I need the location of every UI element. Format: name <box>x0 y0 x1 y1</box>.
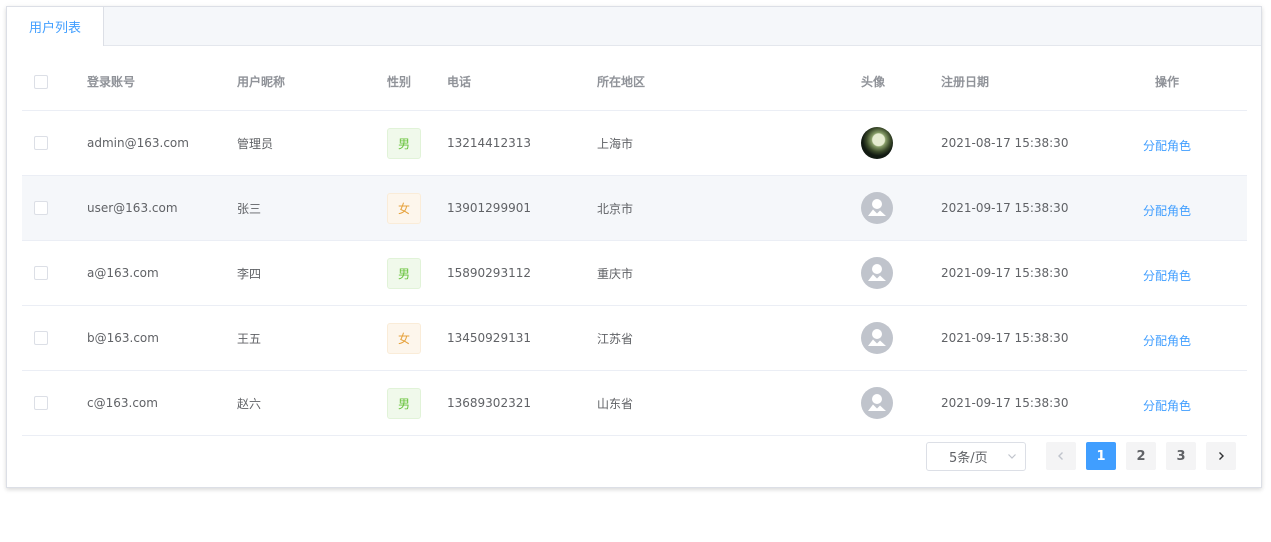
cell-reg-date: 2021-08-17 15:38:30 <box>941 136 1069 150</box>
cell-phone: 13901299901 <box>447 201 531 215</box>
table-row: c@163.com 赵六 男 13689302321 山东省 2021-09-1… <box>22 371 1247 436</box>
row-checkbox[interactable] <box>34 136 48 150</box>
page-button-2[interactable]: 2 <box>1126 442 1156 470</box>
cell-phone: 13689302321 <box>447 396 531 410</box>
chevron-left-icon <box>1058 452 1063 460</box>
gender-tag: 女 <box>387 192 421 224</box>
row-checkbox[interactable] <box>34 396 48 410</box>
cell-reg-date: 2021-09-17 15:38:30 <box>941 396 1069 410</box>
cell-account: b@163.com <box>87 331 159 345</box>
table-row: user@163.com 张三 女 13901299901 北京市 2021-0… <box>22 176 1247 241</box>
cell-nickname: 李四 <box>237 266 262 281</box>
gender-tag: 男 <box>387 127 421 159</box>
page-size-value: 5条/页 <box>949 451 988 466</box>
avatar <box>861 192 893 224</box>
cell-reg-date: 2021-09-17 15:38:30 <box>941 201 1069 215</box>
table-header: 登录账号 用户昵称 性别 电话 所在地区 头像 注册日期 操作 <box>22 53 1247 111</box>
page-size-select[interactable]: 5条/页 <box>926 442 1026 471</box>
cell-reg-date: 2021-09-17 15:38:30 <box>941 266 1069 280</box>
cell-phone: 13214412313 <box>447 136 531 150</box>
table-row: a@163.com 李四 男 15890293112 重庆市 2021-09-1… <box>22 241 1247 306</box>
user-placeholder-icon <box>868 199 886 216</box>
cell-nickname: 王五 <box>237 331 262 346</box>
cell-phone: 15890293112 <box>447 266 531 280</box>
user-table: 登录账号 用户昵称 性别 电话 所在地区 头像 注册日期 操作 admin@16… <box>22 53 1247 436</box>
user-placeholder-icon <box>868 264 886 281</box>
cell-reg-date: 2021-09-17 15:38:30 <box>941 331 1069 345</box>
cell-nickname: 张三 <box>237 201 262 216</box>
avatar <box>861 322 893 354</box>
header-region: 所在地区 <box>597 75 646 89</box>
table-row: b@163.com 王五 女 13450929131 江苏省 2021-09-1… <box>22 306 1247 371</box>
cell-account: c@163.com <box>87 396 158 410</box>
avatar <box>861 257 893 289</box>
header-reg-date: 注册日期 <box>941 75 990 89</box>
row-checkbox[interactable] <box>34 201 48 215</box>
assign-role-button[interactable]: 分配角色 <box>1143 397 1191 414</box>
header-phone: 电话 <box>447 75 472 89</box>
gender-tag: 女 <box>387 322 421 354</box>
cell-account: a@163.com <box>87 266 159 280</box>
cell-phone: 13450929131 <box>447 331 531 345</box>
assign-role-button[interactable]: 分配角色 <box>1143 332 1191 349</box>
page-button-3[interactable]: 3 <box>1166 442 1196 470</box>
avatar <box>861 127 893 159</box>
next-page-button[interactable] <box>1206 442 1236 470</box>
cell-region: 北京市 <box>597 201 634 216</box>
user-list-card: 用户列表 登录账号 用户昵称 性别 电话 所在地区 头像 注册日期 操作 adm… <box>6 6 1262 488</box>
chevron-right-icon <box>1219 452 1224 460</box>
cell-region: 山东省 <box>597 396 634 411</box>
gender-tag: 男 <box>387 387 421 419</box>
header-account: 登录账号 <box>87 75 136 89</box>
cell-nickname: 管理员 <box>237 136 274 151</box>
select-all-checkbox[interactable] <box>34 74 48 89</box>
cell-region: 重庆市 <box>597 266 634 281</box>
cell-account: user@163.com <box>87 201 178 215</box>
user-placeholder-icon <box>868 329 886 346</box>
cell-account: admin@163.com <box>87 136 189 150</box>
row-checkbox[interactable] <box>34 266 48 280</box>
chevron-down-icon <box>1008 454 1016 459</box>
table-row: admin@163.com 管理员 男 13214412313 上海市 2021… <box>22 111 1247 176</box>
page-button-1[interactable]: 1 <box>1086 442 1116 470</box>
assign-role-button[interactable]: 分配角色 <box>1143 137 1191 154</box>
assign-role-button[interactable]: 分配角色 <box>1143 267 1191 284</box>
gender-tag: 男 <box>387 257 421 289</box>
cell-nickname: 赵六 <box>237 396 262 411</box>
user-placeholder-icon <box>868 394 886 411</box>
avatar <box>861 387 893 419</box>
cell-region: 江苏省 <box>597 331 634 346</box>
header-operations: 操作 <box>1154 75 1179 89</box>
cell-region: 上海市 <box>597 136 634 151</box>
tab-user-list[interactable]: 用户列表 <box>7 7 104 47</box>
prev-page-button[interactable] <box>1046 442 1076 470</box>
row-checkbox[interactable] <box>34 331 48 345</box>
assign-role-button[interactable]: 分配角色 <box>1143 202 1191 219</box>
header-gender: 性别 <box>387 75 412 89</box>
tab-bar: 用户列表 <box>7 7 1261 47</box>
header-avatar: 头像 <box>861 75 886 89</box>
header-nickname: 用户昵称 <box>237 75 286 89</box>
